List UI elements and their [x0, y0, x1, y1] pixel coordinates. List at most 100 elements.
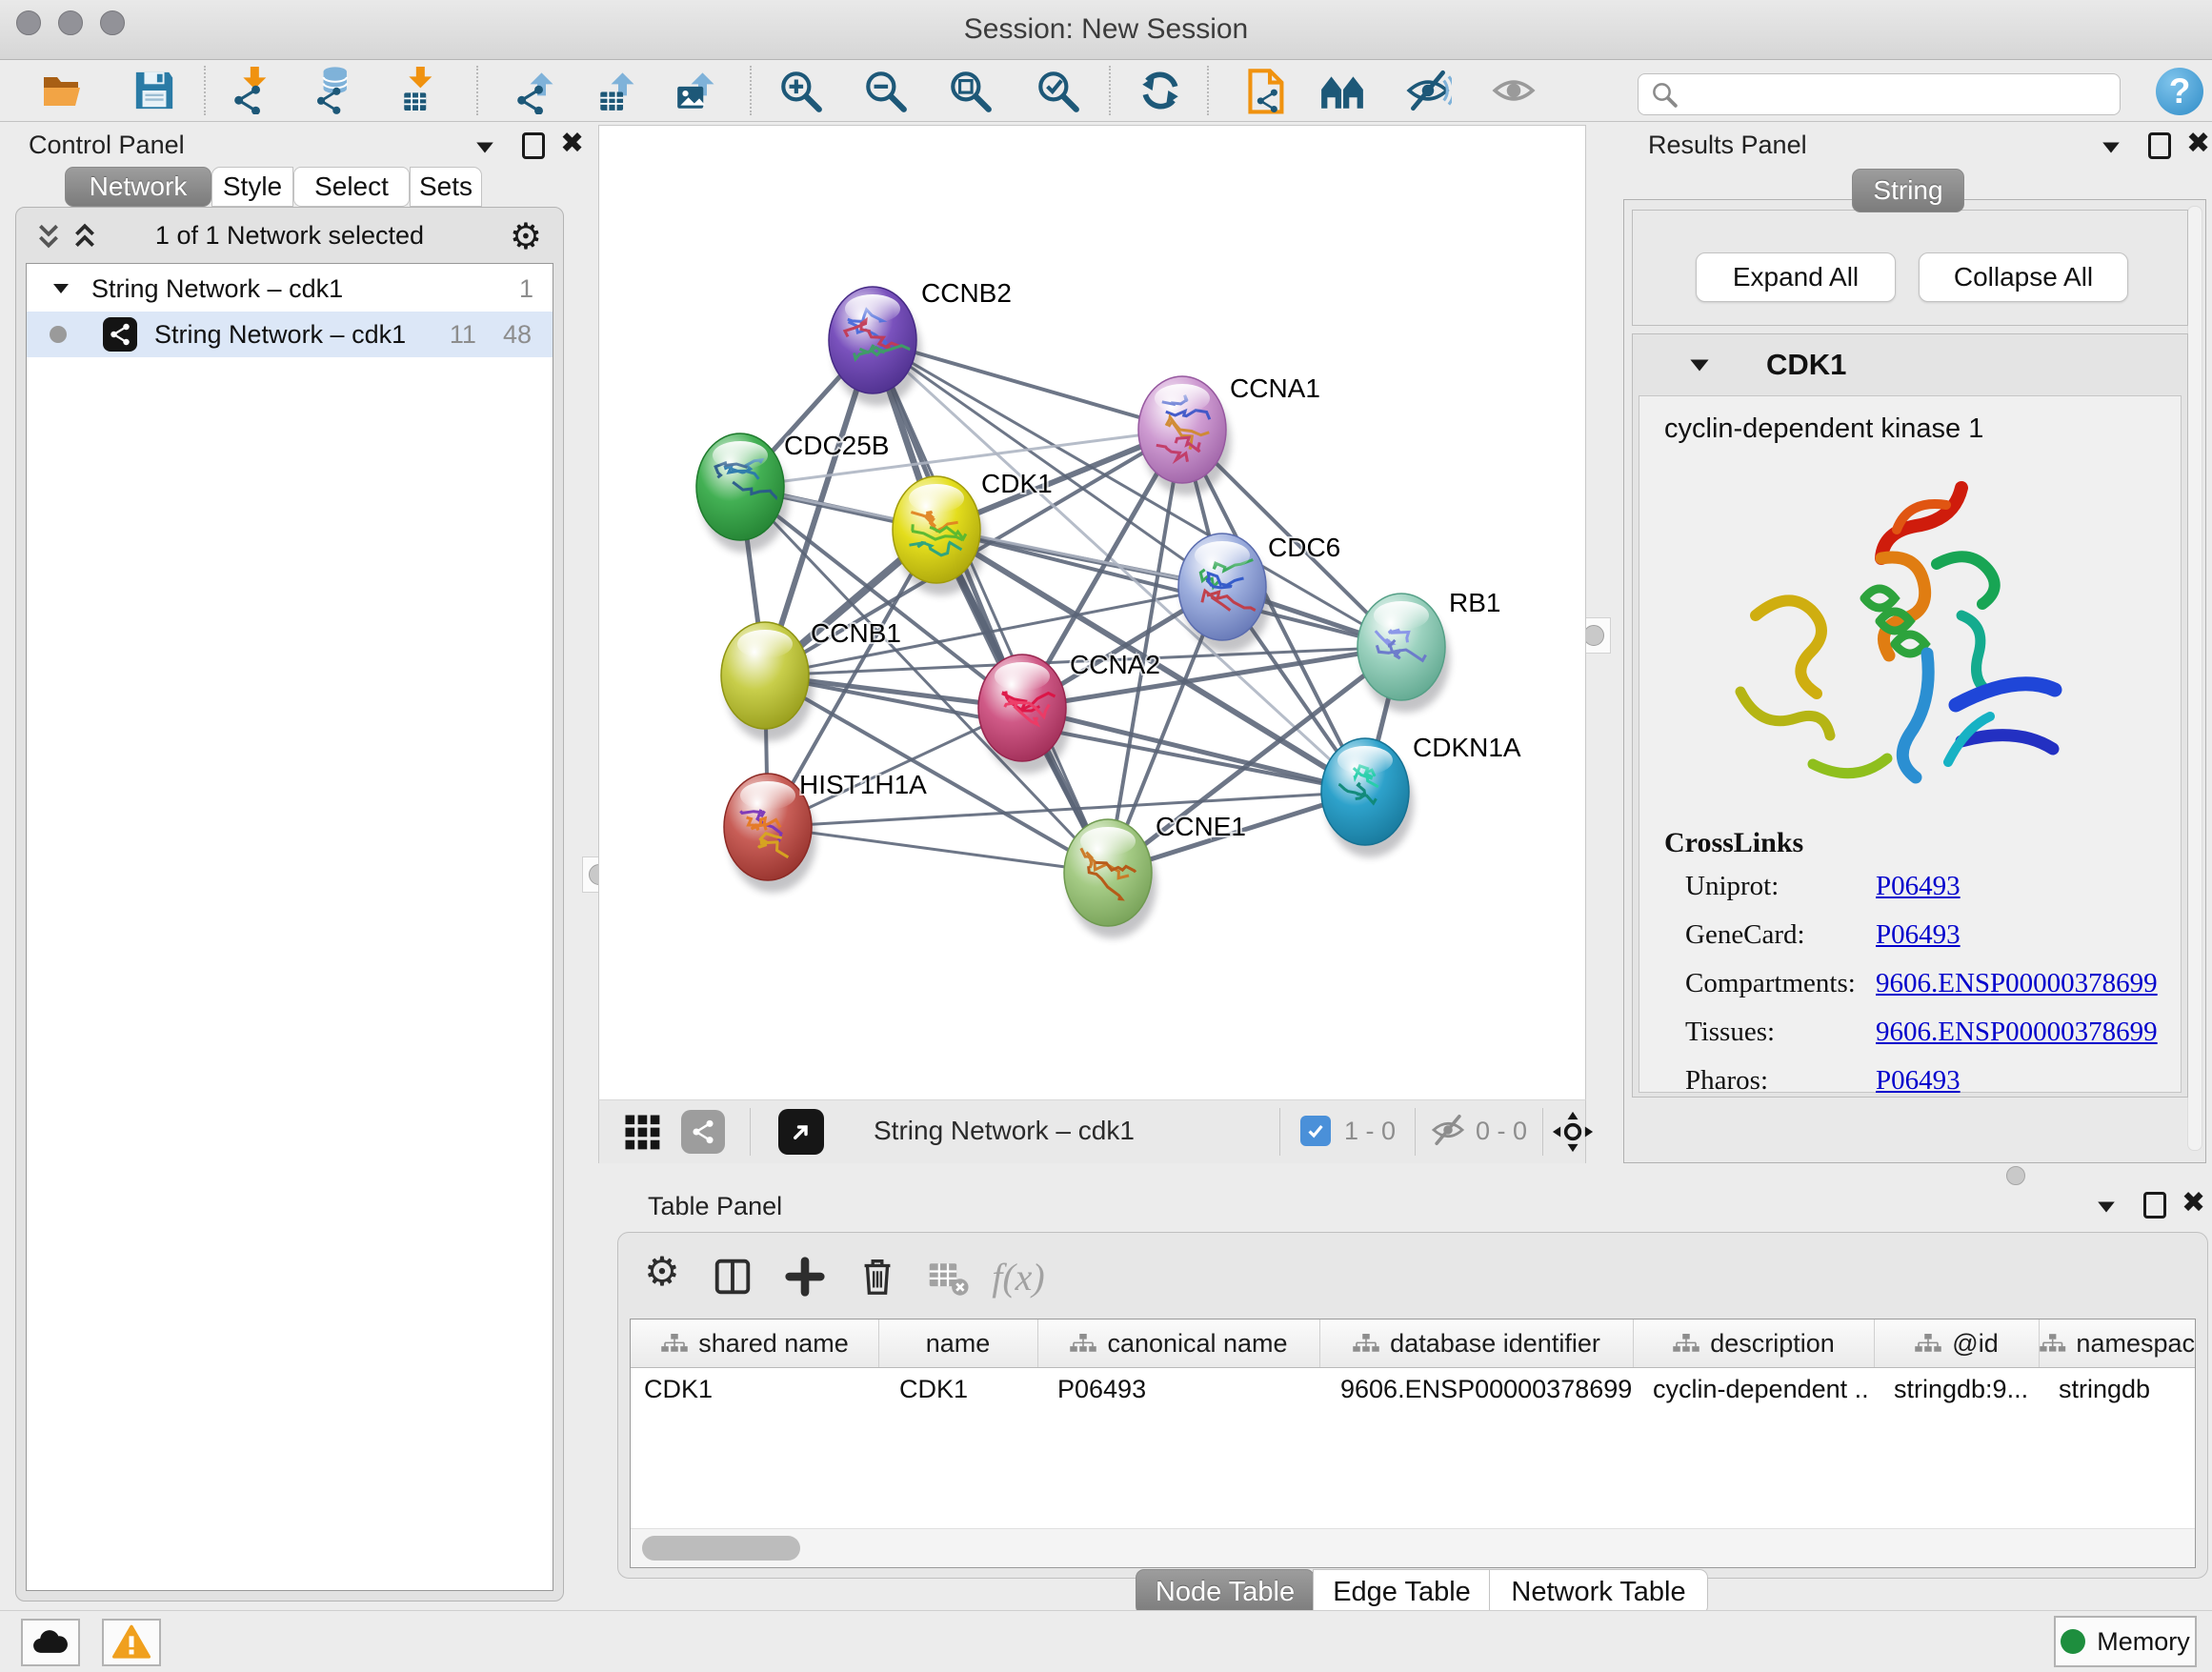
search-input[interactable] — [1686, 77, 2120, 111]
column-header[interactable]: database identifier — [1319, 1319, 1634, 1367]
open-session-button[interactable] — [38, 66, 88, 115]
crosslink-value-link[interactable]: P06493 — [1876, 1065, 1961, 1097]
first-neighbors-button[interactable] — [1317, 66, 1367, 115]
import-network-database-button[interactable] — [310, 66, 359, 115]
network-tab-content: 1 of 1 Network selected ⚙ String Network… — [15, 207, 564, 1601]
table-gear-icon[interactable]: ⚙ — [635, 1246, 689, 1296]
open-in-window-button[interactable] — [778, 1109, 824, 1155]
network-node-CCNE1: CCNE1 — [1064, 812, 1246, 938]
crosslink-value-link[interactable]: P06493 — [1876, 919, 1961, 951]
hide-selected-button[interactable] — [1403, 66, 1453, 115]
close-panel-icon[interactable]: ✖ — [2182, 1186, 2205, 1219]
float-panel-icon[interactable] — [522, 132, 545, 159]
network-row-selected[interactable]: String Network – cdk1 11 48 — [27, 312, 553, 357]
column-header[interactable]: shared name — [631, 1319, 879, 1367]
scrollbar-thumb[interactable] — [642, 1536, 800, 1561]
eye-hidden-icon — [1430, 1112, 1466, 1148]
close-panel-icon[interactable]: ✖ — [2186, 127, 2210, 160]
hierarchy-icon — [660, 1332, 689, 1355]
show-columns-button[interactable] — [706, 1252, 759, 1301]
crosslink-value-link[interactable]: 9606.ENSP00000378699 — [1876, 1017, 2158, 1048]
panel-menu-icon[interactable] — [474, 140, 495, 155]
tab-sets[interactable]: Sets — [410, 167, 482, 207]
import-network-file-button[interactable] — [229, 66, 278, 115]
arrow-up-right-icon — [787, 1118, 815, 1146]
export-network-button[interactable] — [512, 66, 561, 115]
tab-select[interactable]: Select — [293, 167, 410, 207]
export-network-icon — [513, 67, 560, 114]
crosslink-value-link[interactable]: P06493 — [1876, 871, 1961, 902]
export-image-button[interactable] — [673, 66, 722, 115]
tab-style[interactable]: Style — [211, 167, 293, 207]
function-builder-button[interactable]: f(x) — [992, 1252, 1045, 1301]
column-header[interactable]: namespac — [2039, 1319, 2195, 1367]
show-all-button[interactable] — [1489, 66, 1538, 115]
zoom-fit-button[interactable] — [945, 66, 995, 115]
import-table-button[interactable] — [394, 66, 444, 115]
column-header[interactable]: description — [1633, 1319, 1875, 1367]
import-database-icon — [311, 67, 358, 114]
pan-network-button[interactable] — [1552, 1111, 1594, 1158]
expand-all-button[interactable]: Expand All — [1696, 252, 1896, 302]
delete-table-button[interactable] — [921, 1252, 975, 1301]
network-share-button[interactable] — [681, 1110, 725, 1154]
tab-network-table[interactable]: Network Table — [1489, 1569, 1708, 1615]
zoom-out-button[interactable] — [860, 66, 910, 115]
network-from-selection-button[interactable] — [1238, 66, 1288, 115]
crosslink-value-link[interactable]: 9606.ENSP00000378699 — [1876, 968, 2158, 999]
check-icon — [1305, 1120, 1326, 1141]
cell-name: CDK1 — [899, 1375, 1033, 1404]
refresh-layout-button[interactable] — [1136, 66, 1185, 115]
crosslink-label: Uniprot: — [1685, 871, 1779, 902]
delete-column-button[interactable] — [851, 1252, 904, 1301]
column-header[interactable]: @id — [1874, 1319, 2040, 1367]
tab-string[interactable]: String — [1852, 169, 1964, 212]
status-bar: Memory — [0, 1610, 2212, 1672]
network-graph[interactable]: CCNB2CCNA1CDC25BCDK1CDC6RB1CCNB1CCNA2CDK… — [599, 126, 1585, 1099]
tab-network[interactable]: Network — [65, 167, 211, 207]
trash-icon — [855, 1255, 899, 1299]
collapse-all-button[interactable]: Collapse All — [1919, 252, 2128, 302]
toolbar-separator — [1279, 1108, 1280, 1156]
birdseye-grid-button[interactable] — [622, 1112, 662, 1157]
zoom-in-button[interactable] — [775, 66, 825, 115]
section-collapse-icon[interactable] — [1688, 357, 1711, 373]
horizontal-splitter[interactable] — [598, 1163, 2212, 1188]
network-node-CCNA2: CCNA2 — [978, 650, 1160, 774]
zoom-selected-button[interactable] — [1033, 66, 1082, 115]
document-network-icon — [1238, 66, 1288, 115]
question-mark-icon: ? — [2169, 71, 2191, 111]
node-label-CCNB2: CCNB2 — [921, 278, 1012, 308]
cell-id: stringdb:9... — [1894, 1375, 2035, 1404]
tab-node-table[interactable]: Node Table — [1136, 1569, 1315, 1615]
save-session-button[interactable] — [130, 66, 179, 115]
memory-button[interactable]: Memory — [2054, 1616, 2197, 1667]
toolbar-separator — [750, 1108, 751, 1156]
network-edge-count: 48 — [503, 320, 532, 350]
help-button[interactable]: ? — [2156, 68, 2203, 115]
export-table-button[interactable] — [593, 66, 642, 115]
crosslinks-title: CrossLinks — [1664, 827, 1803, 859]
float-panel-icon[interactable] — [2148, 132, 2171, 159]
selected-checkbox[interactable] — [1300, 1116, 1331, 1146]
results-scrollbar[interactable] — [2187, 206, 2202, 1151]
hierarchy-icon — [1914, 1332, 1942, 1355]
gear-icon[interactable]: ⚙ — [510, 215, 542, 257]
column-header[interactable]: name — [878, 1319, 1038, 1367]
cloud-status-button[interactable] — [21, 1619, 80, 1666]
table-horizontal-scrollbar[interactable] — [631, 1528, 2195, 1567]
toolbar-search — [1638, 73, 2121, 115]
network-view-canvas[interactable]: CCNB2CCNA1CDC25BCDK1CDC6RB1CCNB1CCNA2CDK… — [598, 125, 1586, 1100]
collection-collapse-icon[interactable] — [51, 281, 70, 296]
panel-menu-icon[interactable] — [2096, 1199, 2117, 1215]
share-icon — [691, 1119, 715, 1144]
close-panel-icon[interactable]: ✖ — [560, 127, 584, 160]
tab-edge-table[interactable]: Edge Table — [1313, 1569, 1491, 1615]
panel-menu-icon[interactable] — [2101, 140, 2122, 155]
network-collection-row[interactable]: String Network – cdk1 1 — [27, 266, 553, 312]
node-label-CCNB1: CCNB1 — [811, 618, 901, 648]
warnings-button[interactable] — [102, 1619, 161, 1666]
column-header[interactable]: canonical name — [1037, 1319, 1320, 1367]
float-panel-icon[interactable] — [2143, 1192, 2166, 1219]
add-column-button[interactable] — [778, 1252, 832, 1301]
